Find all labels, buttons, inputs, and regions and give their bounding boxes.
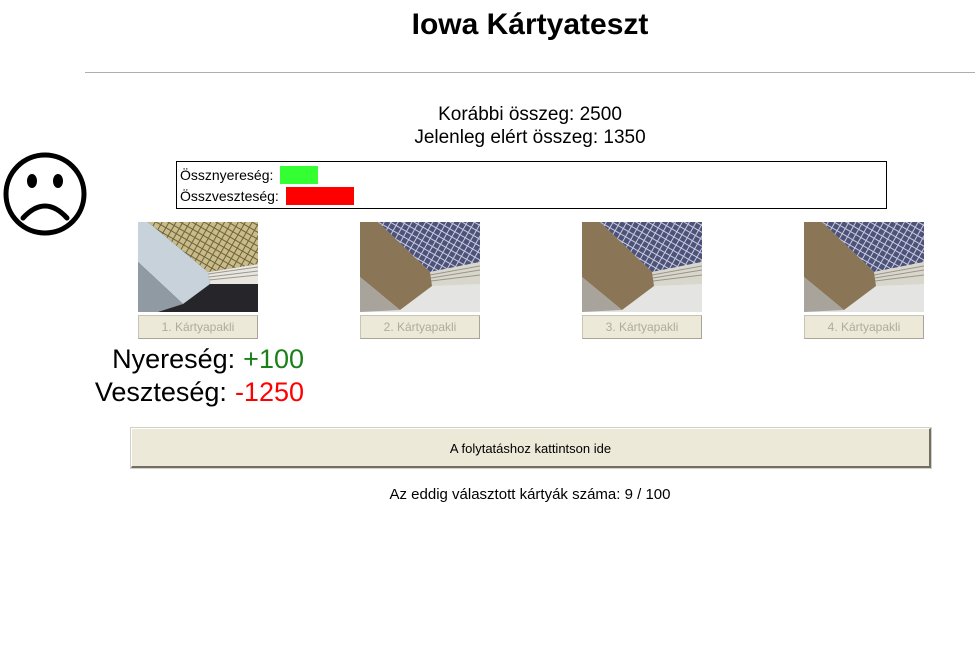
deck-4-image[interactable] bbox=[804, 222, 924, 312]
last-gain: Nyereség: +100 bbox=[40, 344, 304, 375]
last-loss: Veszteség: -1250 bbox=[40, 377, 304, 408]
deck-2-button[interactable]: 2. Kártyapakli bbox=[360, 315, 480, 339]
last-gain-value: +100 bbox=[243, 344, 304, 374]
deck-3-image[interactable] bbox=[582, 222, 702, 312]
deck-2: 2. Kártyapakli bbox=[360, 222, 480, 339]
total-loss-row: Összveszteség: bbox=[180, 187, 354, 205]
sad-face-icon bbox=[3, 152, 87, 236]
total-gain-label: Össznyereség: bbox=[180, 167, 274, 183]
continue-button[interactable]: A folytatáshoz kattintson ide bbox=[130, 427, 932, 469]
summary-panel: Össznyereség: Összveszteség: bbox=[176, 161, 887, 209]
deck-3-button[interactable]: 3. Kártyapakli bbox=[582, 315, 702, 339]
page-title: Iowa Kártyateszt bbox=[411, 8, 649, 41]
cards-chosen-counter: Az eddig választott kártyák száma: 9 / 1… bbox=[389, 486, 671, 503]
last-loss-value: -1250 bbox=[234, 377, 304, 407]
deck-1: 1. Kártyapakli bbox=[138, 222, 258, 339]
last-gain-label: Nyereség: bbox=[112, 344, 236, 374]
previous-total: Korábbi összeg: 2500 bbox=[438, 104, 622, 125]
deck-3: 3. Kártyapakli bbox=[582, 222, 702, 339]
total-gain-row: Össznyereség: bbox=[180, 166, 319, 184]
total-gain-bar bbox=[280, 166, 319, 184]
last-loss-label: Veszteség: bbox=[94, 377, 227, 407]
deck-4: 4. Kártyapakli bbox=[804, 222, 924, 339]
deck-1-image[interactable] bbox=[138, 222, 258, 312]
current-total: Jelenleg elért összeg: 1350 bbox=[414, 127, 646, 148]
deck-4-button[interactable]: 4. Kártyapakli bbox=[804, 315, 924, 339]
title-divider bbox=[85, 72, 975, 73]
total-loss-bar bbox=[285, 187, 354, 205]
total-loss-label: Összveszteség: bbox=[180, 188, 279, 204]
deck-2-image[interactable] bbox=[360, 222, 480, 312]
deck-1-button[interactable]: 1. Kártyapakli bbox=[138, 315, 258, 339]
